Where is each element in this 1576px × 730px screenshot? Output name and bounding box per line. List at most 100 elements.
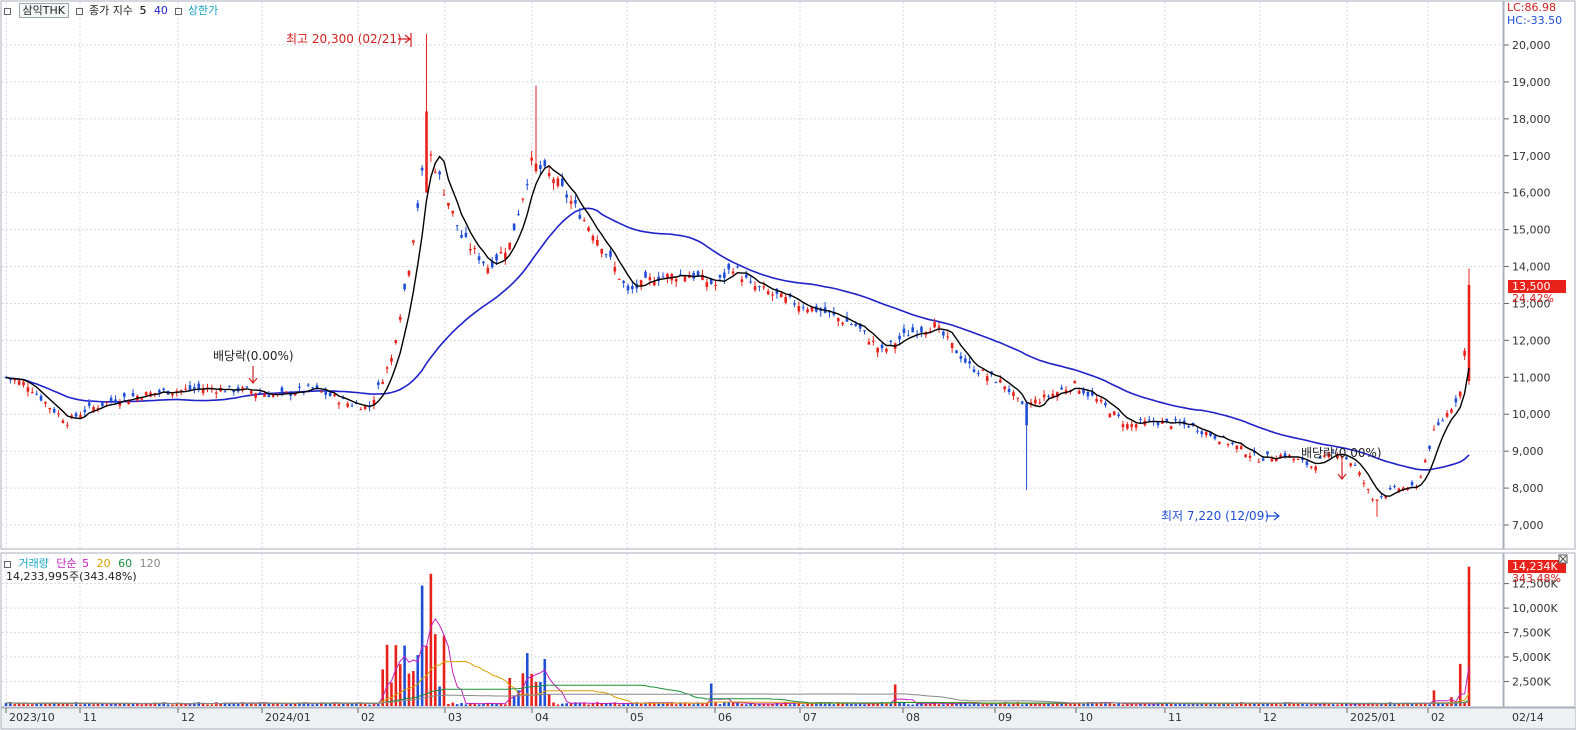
candle-body-307 xyxy=(1349,463,1353,466)
volume-bar-115 xyxy=(508,677,512,706)
candle-body-222 xyxy=(977,372,980,374)
volume-bar-234 xyxy=(1029,703,1033,706)
volume-bar-202 xyxy=(889,703,893,706)
candle-body-96 xyxy=(425,111,428,193)
price-tick-label-4: 16,000 xyxy=(1512,187,1551,200)
volume-bar-314 xyxy=(1380,704,1383,706)
price-tick-label-1: 19,000 xyxy=(1512,76,1551,89)
candle-body-42 xyxy=(188,385,192,390)
candle-body-224 xyxy=(985,376,989,382)
volume-bar-214 xyxy=(942,704,945,706)
volume-bar-266 xyxy=(1169,703,1173,706)
candle-body-57 xyxy=(254,393,257,398)
candle-body-326 xyxy=(1432,429,1436,431)
price-panel[interactable] xyxy=(0,0,1504,550)
volume-bar-165 xyxy=(727,702,731,706)
candle-body-130 xyxy=(574,200,577,204)
volume-panel[interactable] xyxy=(0,552,1504,708)
candle-body-90 xyxy=(398,316,402,320)
stock-name-label[interactable]: 삼익THK xyxy=(18,3,69,18)
volume-bar-70 xyxy=(311,704,314,706)
candle-body-276 xyxy=(1213,435,1217,439)
candle-body-132 xyxy=(582,220,586,222)
volume-bar-283 xyxy=(1244,703,1247,706)
volume-bar-134 xyxy=(591,703,595,706)
vol-tick-label-3: 5,000K xyxy=(1512,651,1551,664)
candle-body-118 xyxy=(521,198,525,200)
ma-short-label[interactable]: 5 xyxy=(139,4,146,17)
volume-bar-138 xyxy=(609,703,612,706)
candle-body-157 xyxy=(692,272,695,279)
candle-body-214 xyxy=(942,331,945,336)
indicator-label[interactable]: 종가 지수 xyxy=(89,4,133,17)
candle-body-272 xyxy=(1196,431,1199,433)
candle-body-105 xyxy=(464,232,468,237)
volume-bar-195 xyxy=(858,703,862,706)
volume-bar-125 xyxy=(552,702,555,706)
candle-body-89 xyxy=(394,340,398,343)
date-label-15: 2025/01 xyxy=(1350,711,1396,724)
candle-body-108 xyxy=(477,256,481,261)
candle-body-135 xyxy=(596,239,599,246)
candle-body-123 xyxy=(543,160,547,167)
price-tick-label-10: 10,000 xyxy=(1512,408,1551,421)
volume-bar-267 xyxy=(1174,704,1177,706)
candle-body-143 xyxy=(631,286,634,290)
volume-bar-31 xyxy=(140,704,144,706)
candle-body-72 xyxy=(320,391,323,393)
volume-bar-6 xyxy=(30,704,34,706)
volume-bar-182 xyxy=(801,704,805,706)
candle-body-60 xyxy=(267,394,271,398)
vol-tick-label-2: 7,500K xyxy=(1512,627,1551,640)
candle-body-324 xyxy=(1423,460,1427,463)
date-label-12: 10 xyxy=(1079,711,1093,724)
candle-body-150 xyxy=(661,276,665,278)
candle-body-255 xyxy=(1121,424,1125,428)
ma-long-label[interactable]: 40 xyxy=(154,4,168,17)
volume-bar-261 xyxy=(1147,704,1151,706)
candle-body-314 xyxy=(1380,496,1383,498)
candle-body-117 xyxy=(517,214,520,216)
volume-bar-136 xyxy=(600,703,604,706)
high-annotation: 최고 20,300 (02/21) xyxy=(286,32,402,46)
volume-bar-328 xyxy=(1441,703,1445,706)
candle-body-124 xyxy=(547,172,551,176)
volume-bar-84 xyxy=(372,704,376,706)
volume-bar-303 xyxy=(1331,704,1335,706)
candle-body-241 xyxy=(1060,387,1063,390)
candle-body-316 xyxy=(1388,487,1392,490)
volume-bar-287 xyxy=(1261,703,1265,706)
candle-body-329 xyxy=(1445,412,1449,417)
candle-body-331 xyxy=(1454,398,1458,403)
candle-body-232 xyxy=(1020,401,1024,404)
candle-body-172 xyxy=(758,286,761,288)
upper-limit-label[interactable]: 상한가 xyxy=(188,4,218,17)
candle-body-58 xyxy=(258,392,262,394)
volume-bar-111 xyxy=(490,703,494,706)
candle-body-95 xyxy=(420,167,424,171)
volume-bar-313 xyxy=(1375,704,1379,706)
candle-body-166 xyxy=(731,271,735,274)
volume-bar-14 xyxy=(66,703,69,706)
candle-body-263 xyxy=(1156,422,1160,426)
date-label-1: 11 xyxy=(83,711,97,724)
candle-body-173 xyxy=(762,286,766,288)
volume-bar-215 xyxy=(946,704,950,706)
volume-bar-291 xyxy=(1279,704,1282,706)
volume-bar-127 xyxy=(560,703,564,706)
price-tick-label-9: 11,000 xyxy=(1512,371,1551,384)
candle-body-287 xyxy=(1261,458,1265,461)
volume-bar-280 xyxy=(1231,704,1234,706)
candle-body-266 xyxy=(1169,426,1173,429)
current-date-label: 02/14 xyxy=(1512,711,1544,724)
low-annotation: 최저 7,220 (12/09) xyxy=(1161,509,1269,523)
candle-body-141 xyxy=(622,281,625,284)
candle-body-119 xyxy=(525,184,529,186)
volume-ma-120[interactable]: 120 xyxy=(140,557,161,570)
candle-body-209 xyxy=(920,326,923,333)
stock-chart[interactable]: 20,000 19,000 18,000 17,000 16,000 15,000 14,0… xyxy=(0,0,1576,730)
candle-body-18 xyxy=(83,409,87,413)
candle-body-75 xyxy=(333,394,336,397)
volume-bar-153 xyxy=(674,704,678,706)
candle-body-286 xyxy=(1257,461,1261,463)
